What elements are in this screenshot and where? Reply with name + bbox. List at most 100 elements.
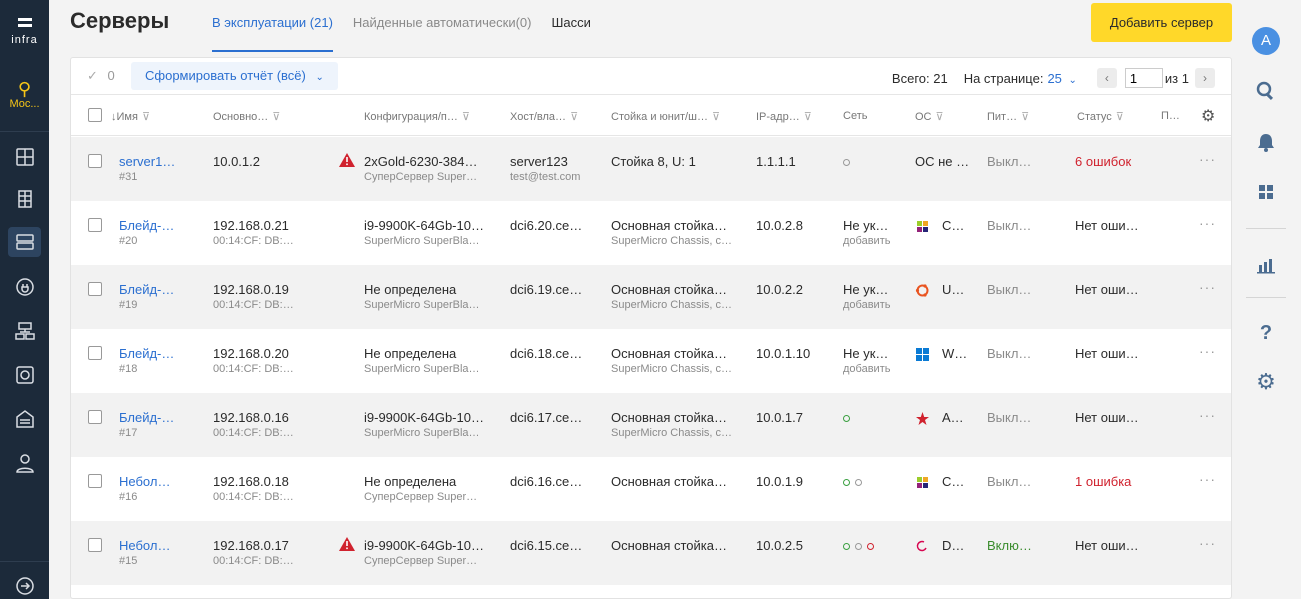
row-menu-icon[interactable]: ··· bbox=[1199, 471, 1216, 487]
row-checkbox[interactable] bbox=[88, 346, 102, 360]
app-logo[interactable]: infra bbox=[0, 18, 49, 46]
filter-icon[interactable]: ⊽ bbox=[804, 111, 812, 123]
row-checkbox[interactable] bbox=[88, 538, 102, 552]
server-name-cell[interactable]: Блейд-… #18 bbox=[119, 346, 199, 375]
filter-icon[interactable]: ⊽ bbox=[462, 111, 470, 123]
add-network-link[interactable]: добавить bbox=[843, 363, 903, 375]
server-name-cell[interactable]: server1… #31 bbox=[119, 154, 199, 183]
next-page-button[interactable]: › bbox=[1195, 68, 1215, 88]
row-menu-icon[interactable]: ··· bbox=[1199, 279, 1216, 295]
sidebar-item-network[interactable] bbox=[8, 316, 41, 346]
column-header-os[interactable]: ОС ⊽ bbox=[915, 110, 944, 123]
table-row[interactable]: Блейд-… #20 192.168.0.21 00:14:CF: DB:… i9-9… bbox=[71, 201, 1231, 265]
server-name-link[interactable]: server1… bbox=[119, 154, 199, 169]
column-header-status[interactable]: Статус ⊽ bbox=[1077, 110, 1124, 123]
sidebar-item-datacenter[interactable] bbox=[8, 404, 41, 434]
filter-icon[interactable]: ⊽ bbox=[1021, 111, 1029, 123]
chart-icon[interactable] bbox=[1255, 253, 1277, 275]
column-header-p[interactable]: П… bbox=[1161, 110, 1180, 122]
column-header-host[interactable]: Хост/вла… ⊽ bbox=[510, 110, 578, 123]
row-checkbox[interactable] bbox=[88, 218, 102, 232]
column-settings-gear-icon[interactable]: ⚙ bbox=[1201, 106, 1215, 126]
filter-icon[interactable]: ⊽ bbox=[1116, 111, 1124, 123]
server-name-link[interactable]: Небол… bbox=[119, 474, 199, 489]
sidebar-item-equipment[interactable] bbox=[8, 184, 41, 214]
table-row[interactable]: Небол… #16 192.168.0.18 00:14:CF: DB:… Не оп… bbox=[71, 457, 1231, 521]
table-row[interactable]: Небол… #15 192.168.0.17 00:14:CF: DB:… i9-99… bbox=[71, 521, 1231, 585]
per-page-select[interactable]: 25 ⌄ bbox=[1047, 71, 1076, 86]
table-row[interactable]: Блейд-… #17 192.168.0.16 00:14:CF: DB:… i9-9… bbox=[71, 393, 1231, 457]
prev-page-button[interactable]: ‹ bbox=[1096, 68, 1117, 88]
page-number-input[interactable] bbox=[1124, 68, 1163, 88]
generate-report-button[interactable]: Сформировать отчёт (всё) ⌄ bbox=[131, 62, 338, 90]
bell-icon[interactable] bbox=[1255, 131, 1277, 153]
add-network-link[interactable]: добавить bbox=[843, 235, 903, 247]
table-row[interactable]: Блейд-… #18 192.168.0.20 00:14:CF: DB:… Не о… bbox=[71, 329, 1231, 393]
rack-cell: Основная стойка… SuperMicro Chassis, c… bbox=[611, 282, 746, 311]
dashboard-grid-icon[interactable] bbox=[1255, 181, 1277, 203]
row-menu-icon[interactable]: ··· bbox=[1199, 343, 1216, 359]
tab-chassis[interactable]: Шасси bbox=[552, 15, 591, 52]
column-header-ip[interactable]: IP-адр… ⊽ bbox=[756, 110, 812, 123]
server-name-link[interactable]: Блейд-… bbox=[119, 410, 199, 425]
search-icon[interactable] bbox=[1255, 80, 1277, 102]
rack-name: Основная стойка… bbox=[611, 282, 727, 297]
filter-icon[interactable]: ⊽ bbox=[712, 111, 720, 123]
host-cell: dci6.17.ce… bbox=[510, 410, 600, 427]
sidebar-item-storage[interactable] bbox=[8, 360, 41, 390]
status-text[interactable]: 6 ошибок bbox=[1075, 154, 1155, 169]
config-name: Не определена bbox=[364, 346, 457, 361]
server-name-link[interactable]: Блейд-… bbox=[119, 346, 199, 361]
row-menu-icon[interactable]: ··· bbox=[1199, 535, 1216, 551]
filter-icon[interactable]: ⊽ bbox=[142, 111, 150, 123]
column-header-name[interactable]: ↓Имя ⊽ bbox=[111, 110, 150, 123]
server-name-cell[interactable]: Блейд-… #19 bbox=[119, 282, 199, 311]
chassis-name: SuperMicro Chassis, c… bbox=[611, 363, 733, 375]
host-name: dci6.20.ce… bbox=[510, 218, 583, 233]
filter-icon[interactable]: ⊽ bbox=[272, 111, 280, 123]
row-menu-icon[interactable]: ··· bbox=[1199, 407, 1216, 423]
host-cell: dci6.18.ce… bbox=[510, 346, 600, 363]
table-row[interactable]: Блейд-… #19 192.168.0.19 00:14:CF: DB:… Не о… bbox=[71, 265, 1231, 329]
warning-icon[interactable] bbox=[339, 537, 355, 551]
status-text[interactable]: 1 ошибка bbox=[1075, 474, 1155, 489]
row-checkbox[interactable] bbox=[88, 282, 102, 296]
select-all-checkbox[interactable] bbox=[88, 108, 102, 122]
add-network-link[interactable]: добавить bbox=[843, 299, 903, 311]
filter-icon[interactable]: ⊽ bbox=[570, 111, 578, 123]
warning-icon[interactable] bbox=[339, 153, 355, 167]
server-name-link[interactable]: Небол… bbox=[119, 538, 199, 553]
rightbar-divider bbox=[1246, 228, 1286, 229]
column-header-config[interactable]: Конфигурация/п… ⊽ bbox=[364, 110, 470, 123]
row-checkbox[interactable] bbox=[88, 474, 102, 488]
sidebar-item-power[interactable] bbox=[8, 272, 41, 302]
column-header-rack[interactable]: Стойка и юнит/ш… ⊽ bbox=[611, 110, 720, 123]
add-server-button[interactable]: Добавить сервер bbox=[1091, 3, 1232, 42]
server-name-cell[interactable]: Небол… #15 bbox=[119, 538, 199, 567]
row-checkbox[interactable] bbox=[88, 154, 102, 168]
location-selector[interactable]: ⚲ Мос... bbox=[0, 80, 49, 110]
row-checkbox[interactable] bbox=[88, 410, 102, 424]
server-name-link[interactable]: Блейд-… bbox=[119, 218, 199, 233]
column-header-network[interactable]: Сеть bbox=[843, 110, 867, 122]
row-menu-icon[interactable]: ··· bbox=[1199, 151, 1216, 167]
server-name-cell[interactable]: Блейд-… #17 bbox=[119, 410, 199, 439]
column-header-power[interactable]: Пит… ⊽ bbox=[987, 110, 1029, 123]
sidebar-item-racks[interactable] bbox=[8, 142, 41, 172]
row-menu-icon[interactable]: ··· bbox=[1199, 215, 1216, 231]
server-name-cell[interactable]: Небол… #16 bbox=[119, 474, 199, 503]
table-row[interactable]: server1… #31 10.0.1.2 2xGold-6230-384… Супер… bbox=[71, 137, 1231, 201]
tab-in-operation[interactable]: В эксплуатации (21) bbox=[212, 15, 333, 52]
filter-icon[interactable]: ⊽ bbox=[936, 111, 944, 123]
sidebar-expand-button[interactable] bbox=[8, 571, 41, 599]
settings-gear-icon[interactable]: ⚙ bbox=[1255, 371, 1277, 393]
user-avatar[interactable]: A bbox=[1252, 27, 1280, 55]
sidebar-item-users[interactable] bbox=[8, 448, 41, 478]
rightbar-divider bbox=[1246, 297, 1286, 298]
sidebar-item-servers[interactable] bbox=[8, 227, 41, 257]
help-icon[interactable]: ? bbox=[1255, 322, 1277, 344]
server-name-link[interactable]: Блейд-… bbox=[119, 282, 199, 297]
server-name-cell[interactable]: Блейд-… #20 bbox=[119, 218, 199, 247]
column-header-main-ip[interactable]: Основно… ⊽ bbox=[213, 110, 280, 123]
tab-auto-discovered[interactable]: Найденные автоматически(0) bbox=[353, 15, 532, 52]
